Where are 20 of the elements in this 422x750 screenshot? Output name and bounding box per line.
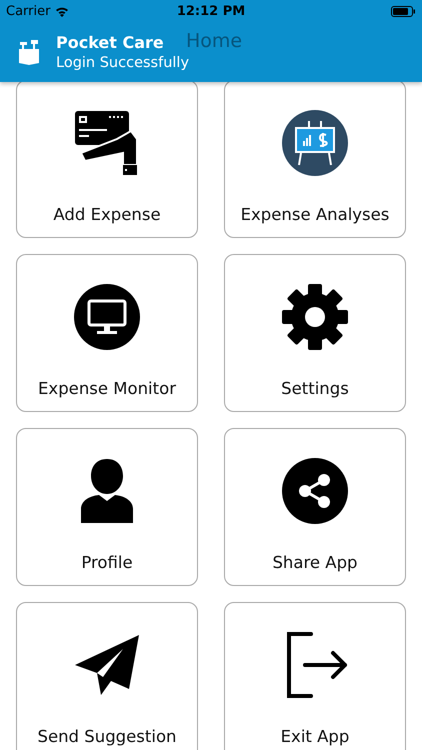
presentation-board-icon: [281, 109, 349, 177]
monitor-icon: [73, 283, 141, 351]
battery-icon: [391, 6, 416, 16]
menu-tile[interactable]: Send Suggestion: [16, 602, 198, 750]
menu-tile[interactable]: Expense Monitor: [16, 254, 198, 412]
clock-time: 12:12 PM: [176, 4, 246, 18]
menu-tile[interactable]: Exit App: [224, 602, 406, 750]
menu-tile[interactable]: Settings: [224, 254, 406, 412]
notification-message: Login Successfully: [56, 54, 190, 72]
menu-tile[interactable]: Share App: [224, 428, 406, 586]
share-icon: [281, 457, 349, 525]
menu-tile[interactable]: Expense Analyses: [224, 80, 406, 238]
carrier-label: Carrier: [6, 4, 50, 18]
nav-title: Home: [186, 30, 242, 52]
gear-icon: [281, 283, 349, 351]
notification-title: Pocket Care: [56, 32, 164, 52]
menu-tile[interactable]: Add Expense: [16, 80, 198, 238]
wifi-icon: [55, 6, 70, 16]
app-logo-icon: [18, 39, 40, 65]
menu-tile[interactable]: Profile: [16, 428, 198, 586]
